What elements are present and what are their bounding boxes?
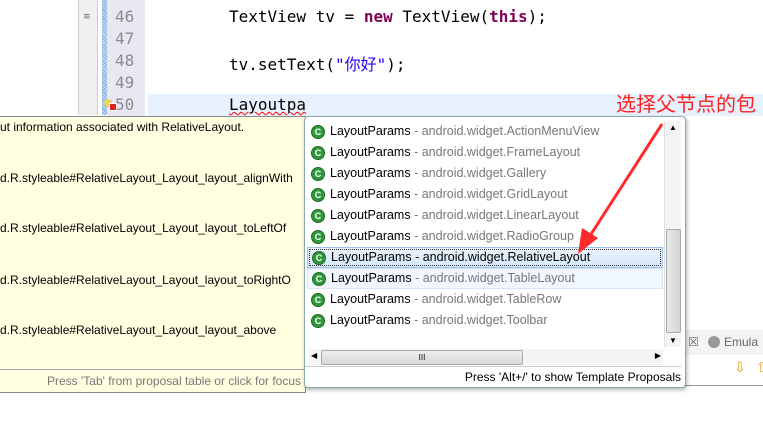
proposal-package: - android.widget.TableLayout	[411, 271, 575, 285]
tooltip-line[interactable]: d.R.styleable#RelativeLayout_Layout_layo…	[0, 171, 293, 185]
arrow-up-icon[interactable]: ⇧	[756, 360, 763, 376]
proposal-package: - android.widget.FrameLayout	[410, 145, 581, 159]
code-line-50[interactable]: Layoutpa	[229, 95, 306, 114]
proposal-package: - android.widget.LinearLayout	[410, 208, 579, 222]
class-icon: C	[311, 229, 325, 244]
line-number: 46	[115, 7, 135, 26]
annotation-arrow	[578, 123, 664, 254]
class-icon: C	[312, 250, 326, 265]
code-line-46[interactable]: TextView tv = new TextView(this);	[229, 7, 547, 26]
tooltip-line[interactable]: d.R.styleable#RelativeLayout_Layout_layo…	[0, 273, 291, 287]
scroll-up-icon[interactable]: ▲	[669, 123, 677, 132]
class-icon: C	[311, 166, 325, 181]
proposal-name: LayoutParams	[330, 187, 411, 201]
proposal-package: - android.widget.TableRow	[410, 292, 562, 306]
tooltip-line: ut information associated with RelativeL…	[0, 120, 245, 134]
line-number: 48	[115, 51, 135, 70]
tooltip-footer: Press 'Tab' from proposal table or click…	[0, 369, 305, 392]
proposal-name: LayoutParams	[330, 124, 411, 138]
proposal-name: LayoutParams	[330, 292, 411, 306]
proposal-package: - android.widget.GridLayout	[410, 187, 568, 201]
proposal-package: - android.widget.RelativeLayout	[411, 250, 591, 264]
proposal-name: LayoutParams	[330, 145, 411, 159]
tooltip-line[interactable]: d.R.styleable#RelativeLayout_Layout_layo…	[0, 323, 276, 337]
scroll-left-icon[interactable]: ◀	[311, 351, 317, 360]
class-icon: C	[311, 145, 325, 160]
proposal-name: LayoutParams	[330, 229, 411, 243]
proposal-name: LayoutParams	[330, 166, 411, 180]
console-tabs: ☒ Emula	[684, 330, 763, 355]
line-number: 50	[115, 95, 135, 114]
popup-footer: Press 'Alt+/' to show Template Proposals	[305, 366, 681, 387]
error-icon	[109, 103, 117, 111]
class-icon: C	[311, 187, 325, 202]
proposal-item[interactable]: C LayoutParams - android.widget.Toolbar	[307, 310, 663, 331]
proposal-name: LayoutParams	[331, 271, 412, 285]
class-icon: C	[311, 124, 325, 139]
class-icon: C	[312, 271, 326, 286]
proposal-package: - android.widget.Gallery	[410, 166, 547, 180]
class-icon: C	[311, 292, 325, 307]
proposal-package: - android.widget.RadioGroup	[410, 229, 574, 243]
tooltip-line[interactable]: d.R.styleable#RelativeLayout_Layout_layo…	[0, 221, 286, 235]
scroll-thumb[interactable]: III	[321, 350, 523, 365]
line-number: 47	[115, 29, 135, 48]
proposal-item[interactable]: C LayoutParams - android.widget.TableLayo…	[307, 268, 663, 289]
tab-emulator[interactable]: Emula	[724, 335, 758, 349]
scroll-right-icon[interactable]: ▶	[655, 351, 661, 360]
emulator-icon	[708, 336, 720, 348]
javadoc-tooltip: ut information associated with RelativeL…	[0, 116, 306, 393]
proposal-name: LayoutParams	[330, 208, 411, 222]
proposal-name: LayoutParams	[330, 313, 411, 327]
class-icon: C	[311, 313, 325, 328]
proposal-item[interactable]: C LayoutParams - android.widget.TableRow	[307, 289, 663, 310]
grip-icon: ≡	[83, 12, 91, 22]
close-tab-icon[interactable]: ☒	[688, 335, 699, 349]
line-number: 49	[115, 73, 135, 92]
class-icon: C	[311, 208, 325, 223]
arrow-down-icon[interactable]: ⇩	[734, 360, 746, 376]
horizontal-scrollbar[interactable]: ◀ III ▶	[309, 349, 663, 365]
proposal-package: - android.widget.Toolbar	[410, 313, 548, 327]
annotation-text: 选择父节点的包	[616, 92, 756, 116]
proposal-name: LayoutParams	[331, 250, 412, 264]
code-line-48[interactable]: tv.setText("你好");	[229, 51, 406, 75]
scroll-down-icon[interactable]: ▼	[669, 336, 677, 345]
